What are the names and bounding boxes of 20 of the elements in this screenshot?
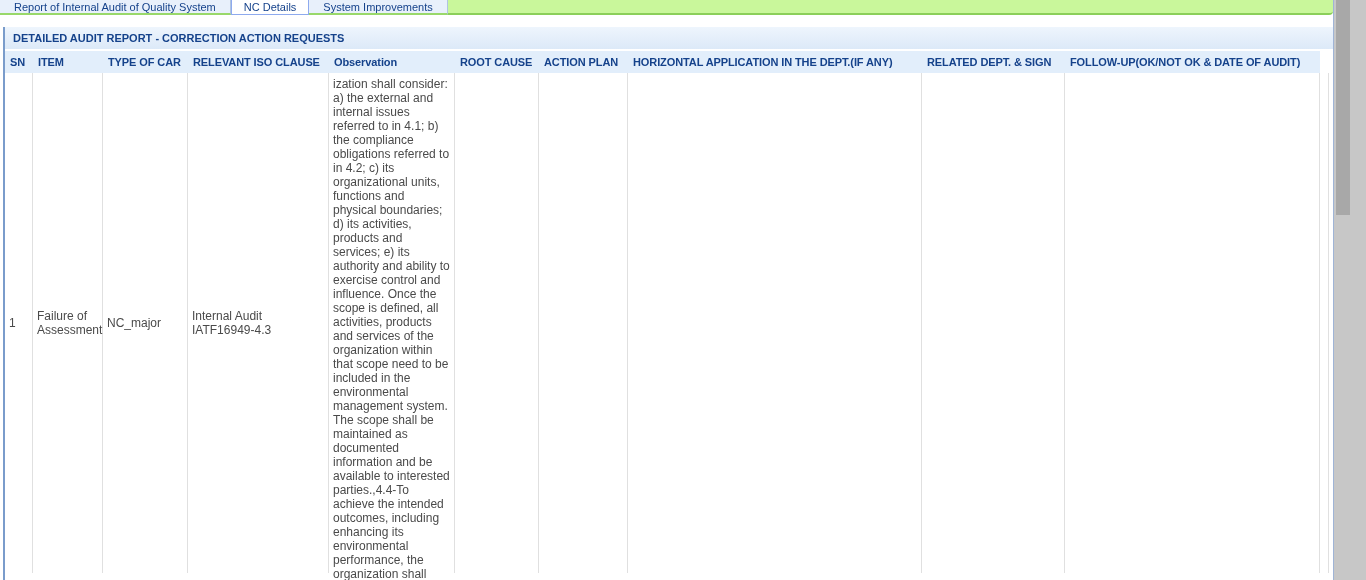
scrollbar-thumb[interactable] <box>1336 0 1350 215</box>
table-cell: 1 <box>9 316 16 330</box>
column-header: HORIZONTAL APPLICATION IN THE DEPT.(IF ANY) <box>628 51 922 73</box>
column-header: SN <box>5 51 33 73</box>
tab[interactable]: NC Details <box>230 0 310 15</box>
tab[interactable]: System Improvements <box>309 0 448 15</box>
column-header: TYPE OF CAR <box>103 51 188 73</box>
column-header: Observation <box>329 51 455 73</box>
table-cell-text: Internal Audit IATF16949-4.3 <box>192 309 273 337</box>
table-cell: Failure of Assessment <box>37 309 103 337</box>
tab[interactable]: Report of Internal Audit of Quality System <box>0 0 231 15</box>
column-header: RELEVANT ISO CLAUSE <box>188 51 329 73</box>
table-cell: ization shall consider: a) the external and internal issues referred to in 4.1; b) the compliance obligations referred to in 4.2; c) its organizational units, functions and physical boundaries; d) its activities, products and services; e) its authority and ability to exercise control and influence. Once the scope is defined, all activities, products and services of the organization within that scope need to be included in the environmental management system. The scope shall be maintained as documented information and be available to interested parties.,4.4-To achieve the intended outcomes, including enhancing its environmental performance, the organization shall <box>333 77 450 580</box>
column-header: RELATED DEPT. & SIGN <box>922 51 1065 73</box>
column-header: FOLLOW-UP(OK/NOT OK & DATE OF AUDIT) <box>1065 51 1320 73</box>
column-header: ACTION PLAN <box>539 51 628 73</box>
column-header: ROOT CAUSE <box>455 51 539 73</box>
column-header: ITEM <box>33 51 103 73</box>
panel-title: DETAILED AUDIT REPORT - CORRECTION ACTION REQUESTS <box>5 27 1335 49</box>
table-cell: NC_major <box>107 316 161 330</box>
